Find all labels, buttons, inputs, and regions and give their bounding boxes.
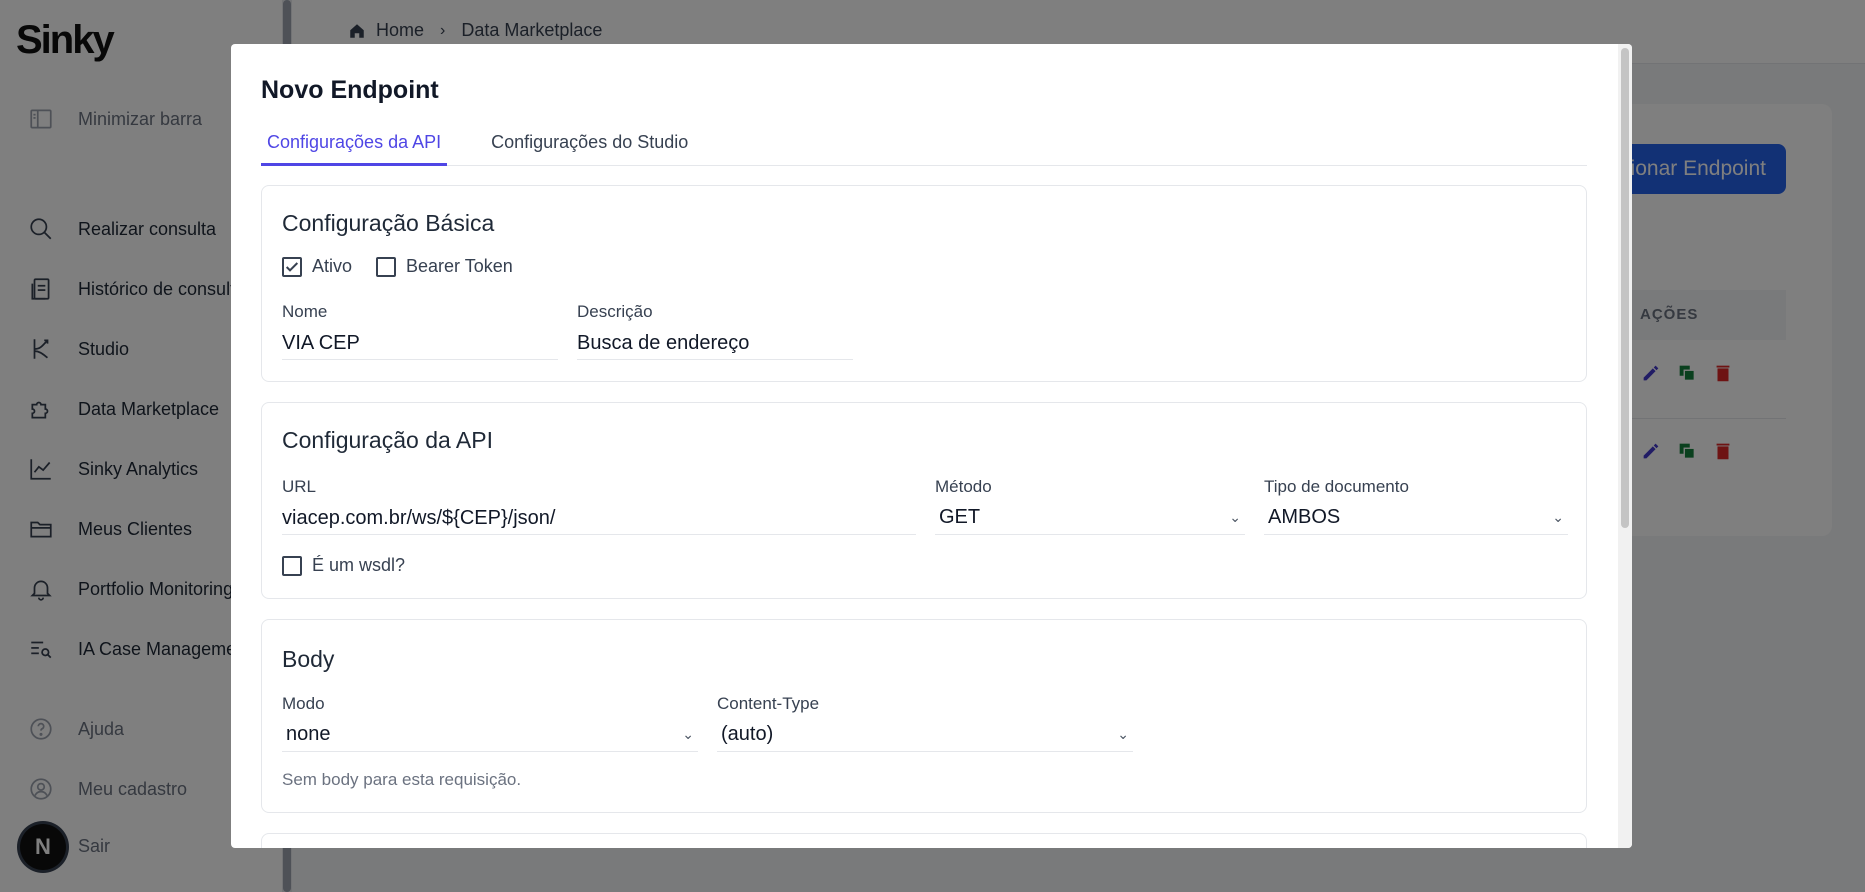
new-endpoint-modal: Novo Endpoint Configurações da API Confi… xyxy=(231,44,1632,848)
wsdl-checkbox[interactable]: É um wsdl? xyxy=(282,555,405,576)
checkbox-box[interactable] xyxy=(282,256,302,277)
section-basic-config: Configuração Básica Ativo Bearer Token N… xyxy=(261,185,1587,382)
nome-input[interactable] xyxy=(282,328,558,360)
section-title: Body xyxy=(282,646,335,672)
section-body: Body Modo none ⌄ Content-Type (auto) ⌄ S… xyxy=(261,619,1587,813)
chevron-down-icon: ⌄ xyxy=(682,726,694,742)
chevron-down-icon: ⌄ xyxy=(1552,509,1564,525)
url-input[interactable] xyxy=(282,503,916,535)
section-api-config: Configuração da API URL Método GET ⌄ Tip… xyxy=(261,402,1587,599)
content-type-select[interactable]: (auto) ⌄ xyxy=(717,718,1133,752)
url-label: URL xyxy=(282,477,317,496)
checkbox-label: Bearer Token xyxy=(406,256,513,276)
section-next xyxy=(261,833,1587,848)
modo-label: Modo xyxy=(282,694,325,713)
metodo-value: GET xyxy=(939,506,981,528)
tab-configuracoes-studio[interactable]: Configurações do Studio xyxy=(485,122,694,166)
tipo-documento-value: AMBOS xyxy=(1268,506,1341,528)
descricao-label: Descrição xyxy=(577,302,653,321)
nome-label: Nome xyxy=(282,302,328,321)
tipo-documento-select[interactable]: AMBOS ⌄ xyxy=(1264,501,1568,535)
metodo-select[interactable]: GET ⌄ xyxy=(935,501,1245,535)
modal-scrollbar[interactable] xyxy=(1618,44,1632,848)
modo-value: none xyxy=(286,723,331,745)
section-title: Configuração da API xyxy=(282,427,493,453)
tipo-documento-label: Tipo de documento xyxy=(1264,477,1409,496)
chevron-down-icon: ⌄ xyxy=(1229,509,1241,525)
body-hint: Sem body para esta requisição. xyxy=(282,770,522,789)
descricao-input[interactable] xyxy=(577,328,853,360)
modo-select[interactable]: none ⌄ xyxy=(282,718,698,752)
modal-tabs: Configurações da API Configurações do St… xyxy=(261,122,1587,166)
ativo-checkbox[interactable]: Ativo xyxy=(282,256,352,277)
checkbox-label: Ativo xyxy=(312,256,353,276)
chevron-down-icon: ⌄ xyxy=(1117,726,1129,742)
bearer-token-checkbox[interactable]: Bearer Token xyxy=(376,256,513,277)
content-type-label: Content-Type xyxy=(717,694,820,713)
checkbox-box[interactable] xyxy=(282,555,302,576)
checkbox-box[interactable] xyxy=(376,256,396,277)
section-title: Configuração Básica xyxy=(282,210,495,236)
modal-scrollbar-thumb[interactable] xyxy=(1621,48,1629,528)
tab-configuracoes-api[interactable]: Configurações da API xyxy=(261,122,448,166)
modal-title: Novo Endpoint xyxy=(261,76,439,104)
metodo-label: Método xyxy=(935,477,992,496)
content-type-value: (auto) xyxy=(721,723,774,745)
check-icon xyxy=(285,261,299,272)
checkbox-label: É um wsdl? xyxy=(312,555,406,575)
